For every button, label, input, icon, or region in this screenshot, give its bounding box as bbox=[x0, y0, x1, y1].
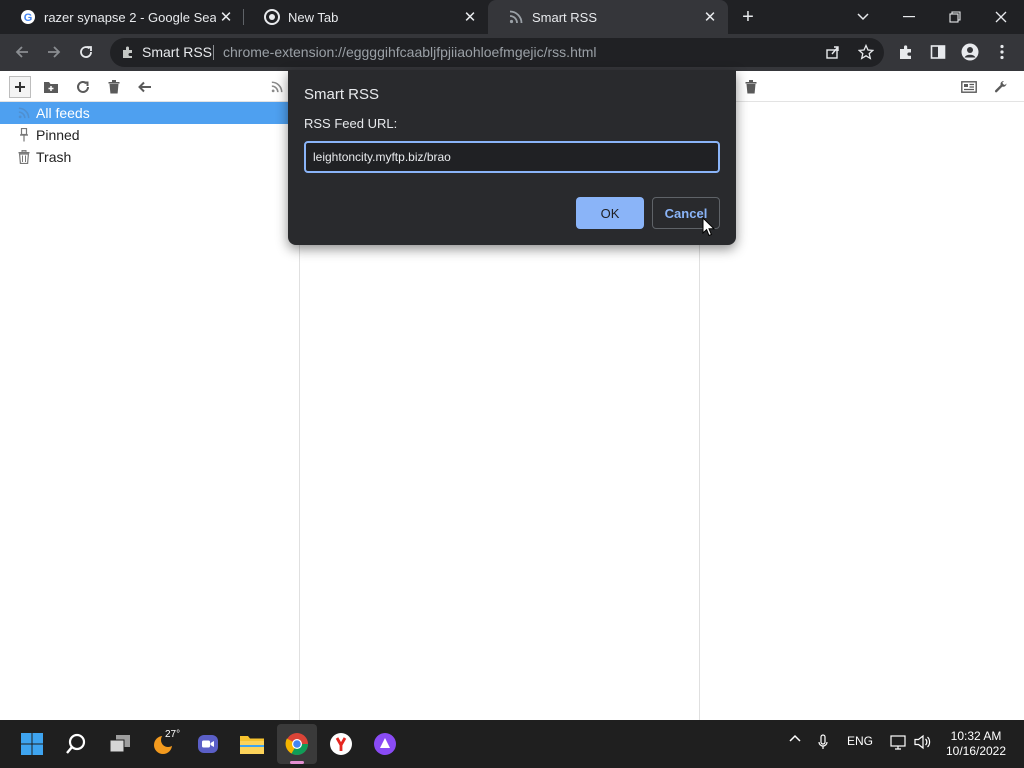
feed-label: All feeds bbox=[36, 105, 90, 121]
system-clock[interactable]: 10:32 AM 10/16/2022 bbox=[936, 729, 1016, 759]
share-icon[interactable] bbox=[820, 39, 846, 65]
bookmark-star-icon[interactable] bbox=[853, 39, 879, 65]
rss-url-input[interactable] bbox=[304, 141, 720, 173]
reload-icon[interactable] bbox=[73, 39, 99, 65]
tab-title: New Tab bbox=[288, 9, 339, 25]
feed-pinned[interactable]: Pinned bbox=[0, 124, 290, 146]
refresh-icon[interactable] bbox=[72, 76, 94, 98]
weather-temperature: 27° bbox=[165, 729, 181, 740]
back-arrow-icon[interactable] bbox=[134, 76, 156, 98]
search-icon[interactable] bbox=[56, 724, 96, 764]
add-feed-icon[interactable] bbox=[9, 76, 31, 98]
rss-icon bbox=[508, 9, 524, 25]
feed-all-feeds[interactable]: All feeds bbox=[0, 102, 290, 124]
back-icon[interactable] bbox=[9, 39, 35, 65]
ok-button[interactable]: OK bbox=[576, 197, 644, 229]
side-panel-icon[interactable] bbox=[925, 39, 951, 65]
forward-icon[interactable] bbox=[41, 39, 67, 65]
close-window-button[interactable] bbox=[978, 0, 1024, 34]
file-explorer-icon[interactable] bbox=[232, 724, 272, 764]
omnibox-divider bbox=[213, 45, 214, 60]
close-tab-icon[interactable]: ✕ bbox=[700, 7, 720, 27]
network-icon[interactable] bbox=[888, 734, 910, 750]
chrome-icon bbox=[264, 9, 280, 25]
close-tab-icon[interactable]: ✕ bbox=[216, 7, 236, 27]
restore-button[interactable] bbox=[932, 0, 978, 34]
clock-time: 10:32 AM bbox=[950, 729, 1002, 743]
language-indicator[interactable]: ENG bbox=[842, 734, 878, 748]
article-view-icon[interactable] bbox=[958, 76, 980, 98]
show-hidden-icons-icon[interactable] bbox=[785, 734, 805, 742]
extensions-puzzle-icon[interactable] bbox=[893, 39, 919, 65]
extension-icon bbox=[120, 44, 136, 60]
trash-icon bbox=[16, 149, 32, 165]
rss-subscribe-icon[interactable] bbox=[266, 76, 288, 98]
alice-assistant-icon[interactable] bbox=[365, 724, 405, 764]
tab-google-search[interactable]: G razer synapse 2 - Google Search ✕ bbox=[0, 0, 244, 34]
delete-icon[interactable] bbox=[103, 76, 125, 98]
svg-text:G: G bbox=[24, 12, 33, 24]
delete-article-icon[interactable] bbox=[740, 76, 762, 98]
yandex-browser-icon[interactable] bbox=[321, 724, 361, 764]
add-folder-icon[interactable] bbox=[40, 76, 62, 98]
mouse-cursor-icon bbox=[702, 217, 716, 237]
feeds-panel: All feeds Pinned Trash bbox=[0, 102, 300, 720]
chrome-taskbar-icon[interactable] bbox=[277, 724, 317, 764]
tab-new-tab[interactable]: New Tab ✕ bbox=[244, 0, 488, 34]
task-view-icon[interactable] bbox=[100, 724, 140, 764]
dialog-label: RSS Feed URL: bbox=[304, 116, 398, 131]
volume-icon[interactable] bbox=[912, 734, 934, 750]
tab-title: razer synapse 2 - Google Search bbox=[44, 9, 216, 25]
feed-label: Trash bbox=[36, 149, 72, 165]
profile-icon[interactable] bbox=[957, 39, 983, 65]
feed-trash[interactable]: Trash bbox=[0, 146, 290, 168]
omnibox-site-name: Smart RSS bbox=[142, 44, 213, 60]
tab-search-icon[interactable] bbox=[840, 0, 886, 34]
pin-icon bbox=[16, 127, 32, 143]
tab-title: Smart RSS bbox=[532, 9, 598, 25]
active-app-indicator bbox=[290, 761, 304, 764]
teams-meet-icon[interactable] bbox=[188, 724, 228, 764]
dialog-title: Smart RSS bbox=[304, 86, 380, 103]
google-icon: G bbox=[20, 9, 36, 25]
microphone-icon[interactable] bbox=[813, 734, 833, 750]
clock-date: 10/16/2022 bbox=[945, 744, 1007, 758]
minimize-button[interactable] bbox=[886, 0, 932, 34]
rss-icon bbox=[16, 105, 32, 121]
settings-wrench-icon[interactable] bbox=[990, 76, 1012, 98]
omnibox-url[interactable]: chrome-extension://eggggihfcaabljfpjiiao… bbox=[223, 44, 597, 60]
close-tab-icon[interactable]: ✕ bbox=[460, 7, 480, 27]
windows-start-icon[interactable] bbox=[12, 724, 52, 764]
new-tab-button[interactable]: + bbox=[736, 5, 760, 29]
menu-kebab-icon[interactable] bbox=[989, 39, 1015, 65]
tab-smart-rss[interactable]: Smart RSS ✕ bbox=[488, 0, 728, 34]
feed-label: Pinned bbox=[36, 127, 80, 143]
